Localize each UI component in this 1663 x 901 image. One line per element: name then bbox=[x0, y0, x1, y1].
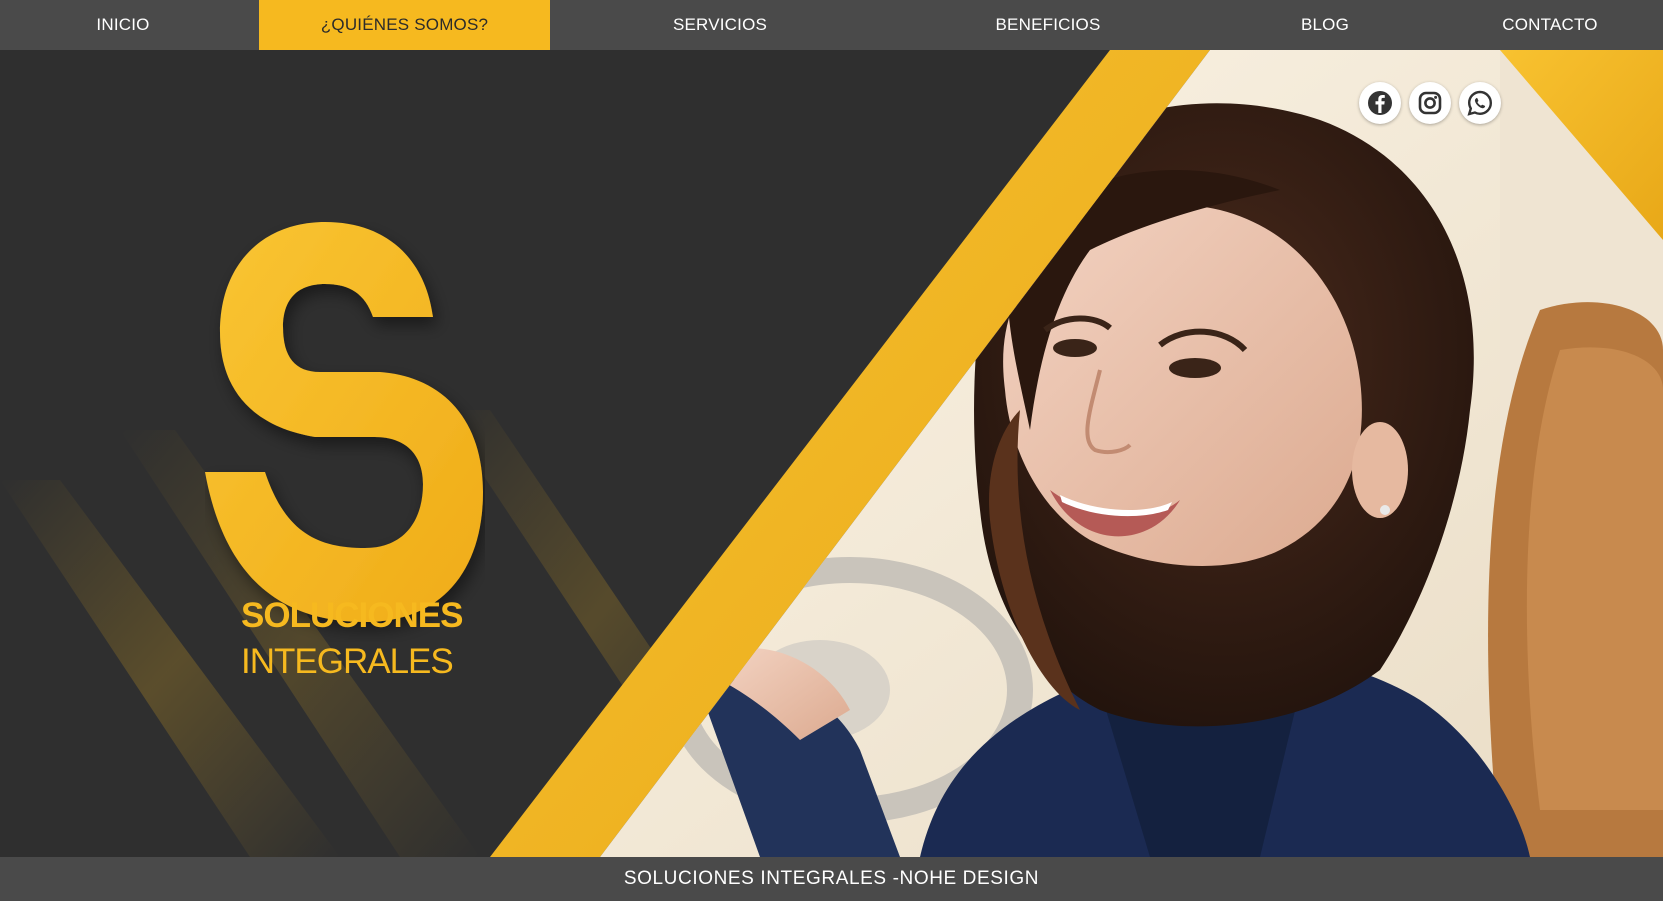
top-navigation: INICIO ¿QUIÉNES SOMOS? SERVICIOS BENEFIC… bbox=[0, 0, 1663, 50]
hero-banner: SOLUCIONES INTEGRALES bbox=[0, 50, 1663, 857]
nav-item-contacto[interactable]: CONTACTO bbox=[1470, 0, 1630, 50]
instagram-link[interactable] bbox=[1409, 82, 1451, 124]
nav-item-quienes-somos[interactable]: ¿QUIÉNES SOMOS? bbox=[259, 0, 550, 50]
footer-bar: SOLUCIONES INTEGRALES -NOHE DESIGN bbox=[0, 857, 1663, 901]
whatsapp-icon bbox=[1467, 90, 1493, 116]
nav-item-beneficios[interactable]: BENEFICIOS bbox=[948, 0, 1148, 50]
nav-item-servicios[interactable]: SERVICIOS bbox=[620, 0, 820, 50]
nav-item-blog[interactable]: BLOG bbox=[1250, 0, 1400, 50]
nav-item-inicio[interactable]: INICIO bbox=[0, 0, 246, 50]
s-letter-logo-icon bbox=[205, 222, 483, 622]
logo-text-soluciones: SOLUCIONES bbox=[241, 596, 463, 635]
footer-credit-text: SOLUCIONES INTEGRALES -NOHE DESIGN bbox=[623, 868, 1040, 889]
facebook-link[interactable] bbox=[1359, 82, 1401, 124]
logo-text-integrales: INTEGRALES bbox=[241, 642, 454, 681]
whatsapp-link[interactable] bbox=[1459, 82, 1501, 124]
facebook-icon bbox=[1368, 91, 1392, 115]
instagram-icon bbox=[1418, 91, 1442, 115]
